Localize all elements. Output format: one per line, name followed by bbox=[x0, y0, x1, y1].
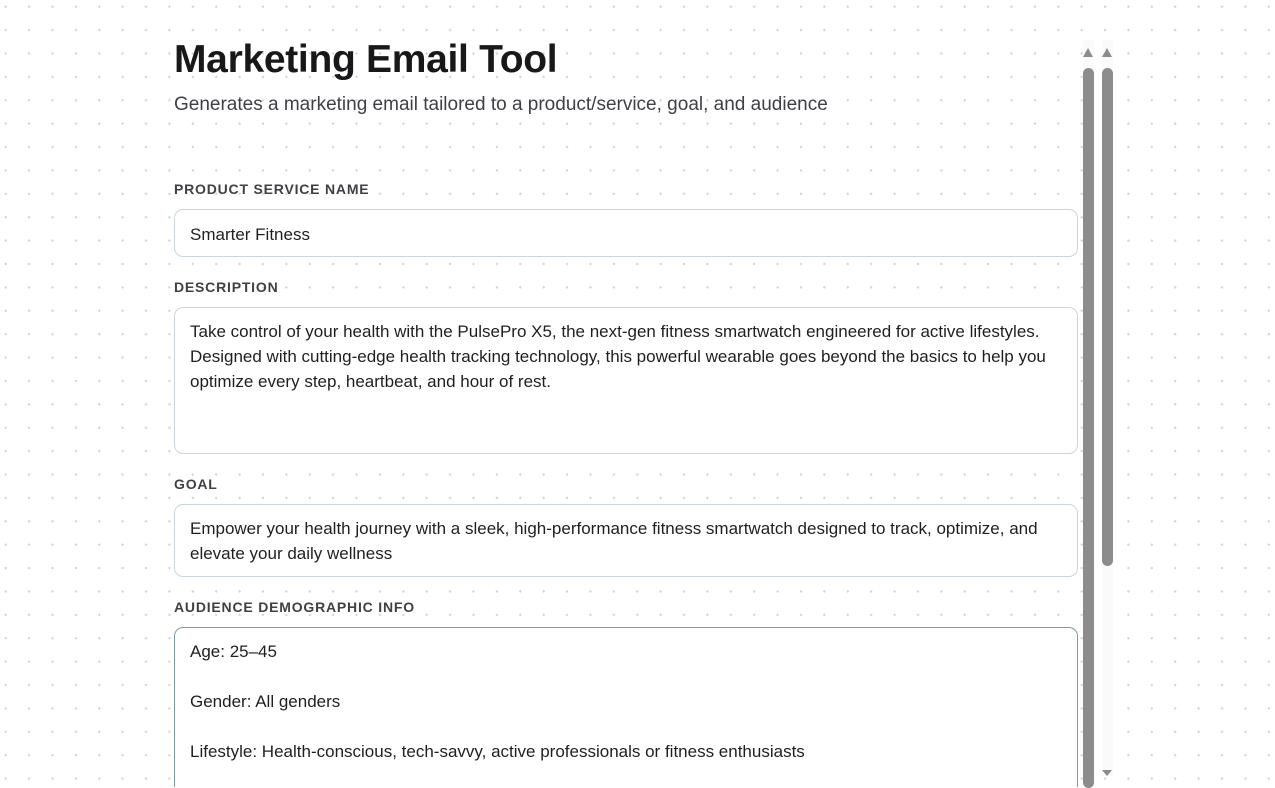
description-textarea[interactable]: Take control of your health with the Pul… bbox=[174, 307, 1078, 454]
form-panel: Marketing Email Tool Generates a marketi… bbox=[160, 0, 1093, 787]
page-scrollbar-thumb[interactable] bbox=[1102, 68, 1113, 566]
page-title: Marketing Email Tool bbox=[174, 38, 558, 81]
inner-scrollbar[interactable] bbox=[1083, 40, 1094, 788]
scroll-up-arrow-icon[interactable] bbox=[1083, 48, 1093, 57]
audience-demographic-info-label: AUDIENCE DEMOGRAPHIC INFO bbox=[174, 599, 415, 615]
inner-scrollbar-thumb[interactable] bbox=[1083, 68, 1094, 788]
scroll-down-arrow-icon[interactable] bbox=[1102, 770, 1112, 776]
audience-demographic-info-textarea[interactable]: Age: 25–45 Gender: All genders Lifestyle… bbox=[174, 627, 1078, 787]
product-service-name-label: PRODUCT SERVICE NAME bbox=[174, 181, 370, 197]
goal-textarea[interactable]: Empower your health journey with a sleek… bbox=[174, 504, 1078, 577]
page-scrollbar[interactable] bbox=[1102, 40, 1113, 776]
goal-label: GOAL bbox=[174, 476, 218, 492]
scroll-up-arrow-icon[interactable] bbox=[1102, 48, 1112, 57]
product-service-name-input[interactable]: Smarter Fitness bbox=[174, 209, 1078, 257]
description-label: DESCRIPTION bbox=[174, 279, 279, 295]
page-subtitle: Generates a marketing email tailored to … bbox=[174, 94, 828, 115]
